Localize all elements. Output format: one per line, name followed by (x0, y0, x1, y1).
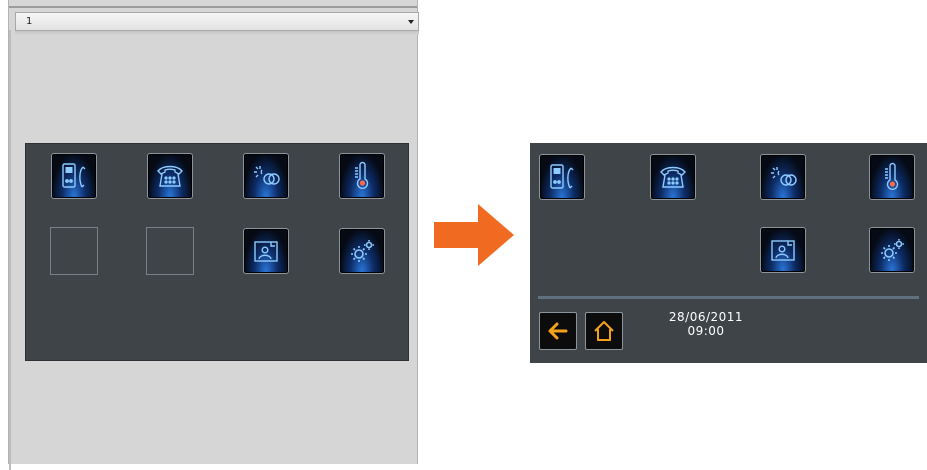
bottom-bar-separator (538, 296, 919, 299)
date-time-display: 28/06/2011 09:00 (648, 310, 764, 338)
time-text: 09:00 (687, 324, 725, 338)
back-button[interactable] (539, 312, 577, 350)
gears-settings-icon[interactable] (339, 228, 385, 274)
home-button[interactable] (585, 312, 623, 350)
page-select-dropdown[interactable]: 1 (15, 12, 419, 31)
picture-frame-icon[interactable] (760, 227, 806, 273)
intercom-handset-icon[interactable] (539, 154, 585, 200)
editor-left-border (9, 30, 11, 470)
intercom-handset-icon[interactable] (51, 153, 97, 199)
chevron-down-icon[interactable] (408, 20, 414, 24)
telephone-icon[interactable] (147, 153, 193, 199)
editor-top-border (9, 6, 417, 8)
empty-slot[interactable] (50, 227, 98, 275)
dropdown-shadow (15, 31, 419, 35)
lighting-scenario-icon[interactable] (243, 153, 289, 199)
gears-settings-icon[interactable] (869, 227, 915, 273)
telephone-icon[interactable] (650, 154, 696, 200)
device-preview-screen: 28/06/2011 09:00 (530, 143, 927, 363)
transition-arrow-icon (434, 204, 514, 266)
home-icon (594, 321, 614, 341)
thermometer-icon[interactable] (869, 154, 915, 200)
date-text: 28/06/2011 (668, 310, 744, 324)
thermometer-icon[interactable] (339, 153, 385, 199)
empty-slot[interactable] (146, 227, 194, 275)
picture-frame-icon[interactable] (243, 228, 289, 274)
editor-panel: 1 (8, 0, 419, 470)
editor-device-screen (25, 143, 409, 361)
page-select-value: 1 (26, 16, 33, 27)
lighting-scenario-icon[interactable] (760, 154, 806, 200)
back-arrow-icon (548, 322, 568, 340)
